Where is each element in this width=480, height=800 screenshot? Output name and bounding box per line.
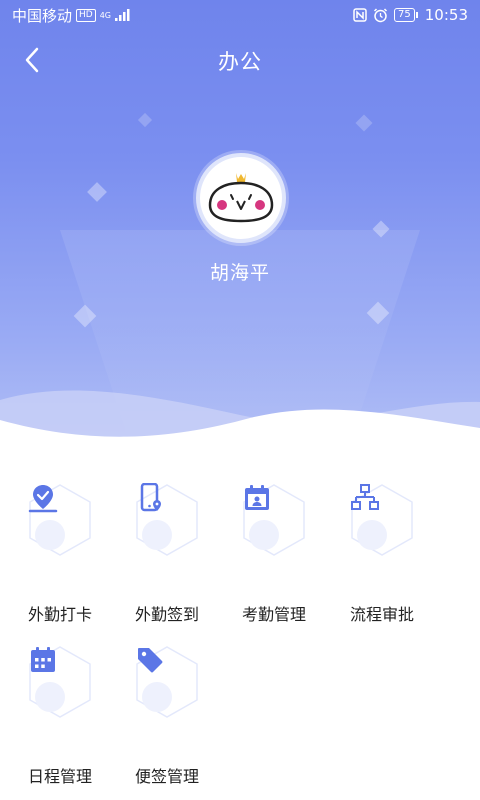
menu-item-label: 考勤管理 [241, 605, 306, 624]
alarm-icon [374, 7, 388, 22]
hexagon-badge [28, 483, 92, 557]
hexagon-badge [28, 645, 92, 719]
signal-icon [115, 9, 130, 21]
sparkle [137, 112, 153, 128]
hexagon-badge [242, 483, 306, 557]
calendar-person-icon [245, 485, 269, 510]
calendar-grid-icon [31, 647, 55, 672]
clock: 10:53 [424, 6, 468, 24]
page-title: 办公 [218, 50, 262, 74]
flowchart-icon [351, 484, 379, 510]
nav-bar: 办公 [0, 30, 480, 90]
menu-item-workflow-approval[interactable]: 流程审批 [322, 483, 442, 643]
menu-item-label: 日程管理 [27, 767, 92, 786]
hd-badge: HD [76, 8, 96, 22]
hexagon-badge [135, 483, 199, 557]
hexagon-badge [135, 645, 199, 719]
battery-indicator: 75 [394, 8, 418, 22]
carrier-label: 中国移动 [12, 6, 73, 25]
phone-location-icon [140, 483, 161, 512]
location-check-icon [28, 485, 58, 513]
menu-item-label: 便签管理 [134, 767, 199, 786]
avatar[interactable] [196, 153, 286, 243]
sparkle [355, 114, 373, 132]
user-name: 胡海平 [209, 262, 270, 284]
menu-item-attendance[interactable]: 考勤管理 [214, 483, 334, 643]
menu-item-schedule[interactable]: 日程管理 [0, 645, 120, 800]
tag-icon [138, 648, 163, 673]
avatar-mascot-icon [208, 173, 274, 223]
menu-item-field-punch[interactable]: 外勤打卡 [0, 483, 120, 643]
wave-divider [0, 390, 480, 455]
menu-item-notes[interactable]: 便签管理 [107, 645, 227, 800]
hexagon-badge [350, 483, 414, 557]
status-bar: 中国移动 HD 4G 75 10:53 [0, 0, 480, 30]
network-type: 4G [99, 10, 112, 20]
menu-item-label: 外勤签到 [134, 605, 199, 624]
sparkle [87, 182, 107, 202]
menu-item-label: 流程审批 [349, 605, 414, 624]
menu-item-label: 外勤打卡 [27, 605, 92, 624]
nfc-icon [353, 8, 367, 22]
menu-item-field-checkin[interactable]: 外勤签到 [107, 483, 227, 643]
